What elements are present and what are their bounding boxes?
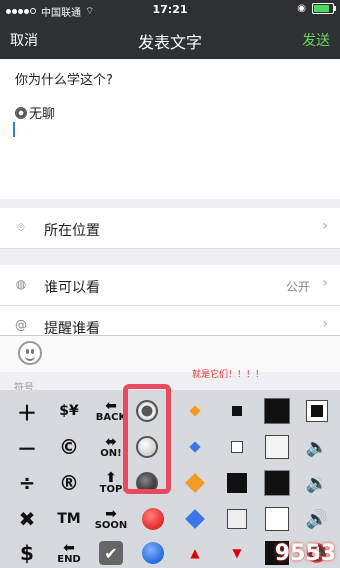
visibility-row[interactable]: ◍ 谁可以看 公开 › [0,265,340,306]
black-square-button-key[interactable] [262,468,292,498]
remind-label: 提醒谁看 [44,321,100,336]
black-square-framed-key[interactable] [302,396,332,426]
registered-key[interactable]: ® [54,468,84,498]
watermark-logo: 9553 [274,541,336,566]
soon-arrow-key[interactable]: ➡ SOON [94,504,128,534]
emoji-toolbar [0,335,340,372]
compose-line-1: 你为什么学这个? [15,73,113,88]
black-large-square-key[interactable] [262,396,292,426]
on-arrow-key[interactable]: ⬌ ON! [96,432,126,462]
back-arrow-key[interactable]: ⬅ BACK [96,396,126,426]
ballot-box-check-key[interactable]: ✔ [96,538,126,568]
speaker-icon[interactable]: 🔈 [302,432,332,462]
radio-button-emoji-icon [15,106,27,119]
visibility-label: 谁可以看 [44,280,100,296]
on-label: ON! [100,447,122,459]
top-arrow-key[interactable]: ⬆ TOP [96,468,126,498]
black-small-square-key[interactable] [222,396,252,426]
large-blue-diamond-key[interactable] [180,504,210,534]
globe-icon: ◍ [15,277,27,291]
compose-line-2: 无聊 [15,103,55,122]
compose-line-2-text: 无聊 [29,107,56,122]
blue-circle-key[interactable] [138,538,168,568]
send-button[interactable]: 发送 [302,30,330,50]
navigation-bar: 取消 发表文字 发送 [0,20,340,59]
large-orange-diamond-key[interactable] [180,468,210,498]
back-label: BACK [95,411,127,423]
red-triangle-key[interactable]: ▲ [180,538,210,568]
lock-rotation-icon: ◉ [297,3,306,14]
location-row[interactable]: ⌾ 所在位置 › [0,208,340,249]
white-small-square-key[interactable] [222,432,252,462]
trademark-key[interactable]: TM [54,504,84,534]
small-orange-diamond-key[interactable] [180,396,210,426]
soon-label: SOON [94,519,128,531]
location-section: ⌾ 所在位置 › [0,208,340,249]
status-bar: 中国联通 ⌔ 17:21 ◉ [0,0,340,20]
black-medium-square-key[interactable] [222,468,252,498]
location-pin-icon: ⌾ [17,220,25,234]
currency-exchange-icon[interactable]: $¥ [54,396,84,426]
white-large-square-key[interactable] [262,432,292,462]
status-right: ◉ [297,3,336,14]
emoji-toggle-icon[interactable] [18,341,42,365]
visibility-value: 公开 [285,280,310,294]
white-medium-square-key[interactable] [222,504,252,534]
heavy-plus-key[interactable]: ＋ [12,396,42,426]
status-time: 17:21 [152,3,188,16]
heavy-divide-key[interactable]: ÷ [12,468,42,498]
compose-text-area[interactable]: 你为什么学这个? 无聊 [0,59,340,199]
heavy-times-key[interactable]: ✖ [12,504,42,534]
small-blue-diamond-key[interactable] [180,432,210,462]
battery-icon [312,3,336,14]
remind-row[interactable]: @ 提醒谁看 › [0,306,340,336]
privacy-section: ◍ 谁可以看 公开 › @ 提醒谁看 › [0,265,340,336]
text-cursor [13,122,15,137]
red-circle-key[interactable] [138,504,168,534]
white-square-button-key[interactable] [262,504,292,534]
copyright-key[interactable]: © [54,432,84,462]
end-arrow-key[interactable]: ⬅ END [54,538,84,568]
end-label: END [57,553,81,565]
heavy-minus-key[interactable]: － [12,432,42,462]
speaker-low-icon[interactable]: 🔉 [302,468,332,498]
red-triangle-down-key[interactable]: ▼ [222,538,252,568]
page-title: 发表文字 [137,33,202,52]
top-label: TOP [99,483,123,495]
chevron-right-icon: › [322,316,328,332]
highlight-box [123,384,171,494]
at-icon: @ [15,318,27,332]
annotation-text: 就是它们！！！！ [192,370,265,380]
chevron-right-icon: › [322,218,328,234]
location-label: 所在位置 [44,223,100,239]
speaker-high-icon[interactable]: 🔊 [302,504,332,534]
heavy-dollar-key[interactable]: $ [12,538,42,568]
chevron-right-icon: › [322,275,328,291]
